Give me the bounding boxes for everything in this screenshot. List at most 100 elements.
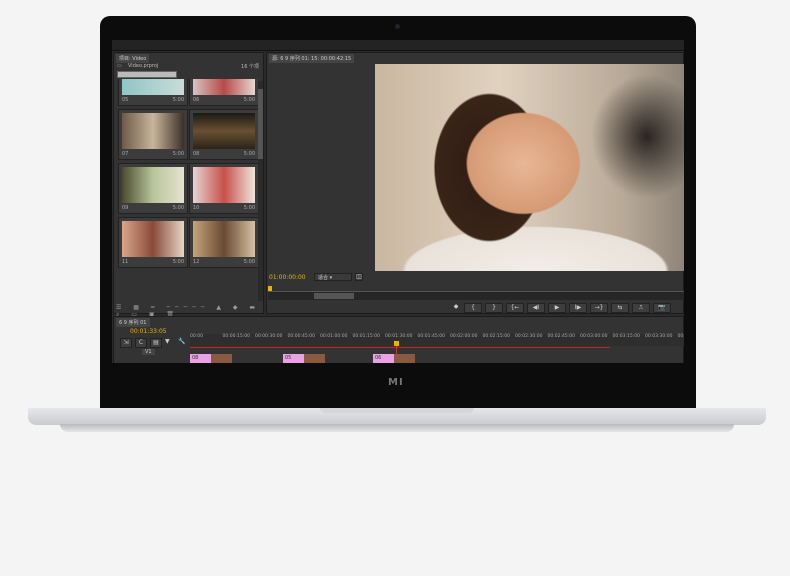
clip-preview [122,79,184,95]
monitor-tab[interactable]: 源: 6 9 序列 01: 15: 00:00:42:15 [269,54,355,63]
ruler-tick-label: 00:00:15:00 [222,334,250,339]
settings-button[interactable]: ◫ [355,273,363,281]
clip-name: 07 [122,151,129,157]
clip-duration: 5:00 [172,97,184,103]
marker-icon[interactable]: ▼ [165,338,175,348]
clip-thumbnail[interactable]: 08 5:00 [189,109,258,160]
clip-label: 05 [285,355,292,361]
video-frame [375,64,684,271]
clip-duration: 5:00 [243,97,255,103]
clip-label: 08 [192,355,199,361]
ruler-tick-label: 00:01:30:00 [385,334,413,339]
clip-thumbnail[interactable]: 05 5:00 [118,79,188,106]
clip-name: 05 [122,97,129,103]
ruler-tick-label: 00:01:00:00 [320,334,348,339]
ruler-tick-label: 00:02:45:00 [547,334,575,339]
clip-duration: 5:00 [172,151,184,157]
ruler-tick-label: 00:00:30:00 [255,334,283,339]
ruler-tick-label: 00:00:45:00 [287,334,315,339]
clip-name: 12 [193,259,200,265]
clip-name: 09 [122,205,129,211]
clip-preview [193,221,255,257]
scrollbar[interactable] [258,81,263,301]
timeline-clip[interactable]: 06 [373,354,415,363]
link-button[interactable]: C [135,338,147,348]
fit-value: 适合 [318,275,329,281]
timeline-tab[interactable]: 6 9 序列 01 [116,318,150,327]
ruler-tick-label: 00:03:30:00 [645,334,673,339]
snap-button[interactable]: ⇲ [120,338,132,348]
fit-dropdown[interactable]: 适合 ▾ [314,273,352,281]
work-area-bar[interactable] [190,347,610,348]
clip-thumbnail[interactable]: 11 5:00 [118,217,188,268]
item-count: 16 个项 [241,64,259,70]
ruler-tick-label: 00:03:15:00 [612,334,640,339]
clip-thumbnail[interactable]: 06 5:00 [189,79,258,106]
clip-duration: 5:00 [243,259,255,265]
video-track-v1: 08 05 06 [190,354,684,363]
monitor-timecode[interactable]: 01:00:00:00 [269,274,306,281]
folder-icon: ▭ [117,63,122,69]
lid-notch [320,408,474,413]
project-file: Video.prproj [128,63,159,69]
transport-button[interactable]: ⎍ [632,303,650,313]
clip-duration: 5:00 [243,205,255,211]
transport-button[interactable]: I▶ [569,303,587,313]
project-tab[interactable]: 项目: Video [116,54,150,63]
transport-button[interactable]: ◀I [527,303,545,313]
clip-duration: 5:00 [172,259,184,265]
laptop-base-edge [60,424,734,432]
ruler-tick-label: 00:01:15:00 [352,334,380,339]
transport-button[interactable]: {← [506,303,524,313]
scrubber-bar[interactable] [268,291,684,300]
clip-name: 06 [193,97,200,103]
clip-duration: 5:00 [172,205,184,211]
clip-thumbnail[interactable]: 09 5:00 [118,163,188,214]
clip-preview [193,79,255,95]
clip-thumbnail[interactable]: 07 5:00 [118,109,188,160]
program-monitor: 源: 6 9 序列 01: 15: 00:00:42:15 01:00:00:0… [266,52,684,314]
clip-label: 06 [375,355,382,361]
clip-preview [122,113,184,149]
ruler-tick-label: 00:03:45:00 [677,334,685,339]
clip-preview [193,167,255,203]
clip-preview [122,221,184,257]
clip-name: 11 [122,259,129,265]
ruler-tick-label: 00:01:45:00 [417,334,445,339]
timeline-tools: ⇲ C ▤ ▼ 🔧 [120,338,185,348]
timeline-panel: 6 9 序列 01 00:01:33:05 ⇲ C ▤ ▼ 🔧 V1 00:00… [113,316,684,363]
transport-button[interactable]: ⇆ [611,303,629,313]
clip-thumbnail[interactable]: 12 5:00 [189,217,258,268]
transport-button[interactable]: ▶ [548,303,566,313]
transport-controls: ◆{} {← ◀I ▶ I▶ →} ⇆ ⎍ 📷 [451,303,671,314]
clip-grid: 05 5:00 06 5:00 07 5:00 08 5:00 09 5:00 10 5:00 11 5:… [118,79,258,301]
clip-preview [193,113,255,149]
transport-button[interactable]: } [485,303,503,313]
search-input[interactable] [117,71,177,78]
ruler-tick-label: 00:02:15:00 [482,334,510,339]
marker-button[interactable]: ▤ [150,338,162,348]
project-toolbar: ☰ ▦ ━ ───── ▲ ◆ ▬ ⌕ ▭ ▣ 🗑 [116,304,261,318]
video-editor-screen: 项目: Video ▭ Video.prproj 16 个项 05 5:00 06 5… [112,40,684,363]
webcam [395,24,400,29]
project-panel: 项目: Video ▭ Video.prproj 16 个项 05 5:00 06 5… [113,52,264,318]
clip-duration: 5:00 [243,151,255,157]
transport-button[interactable]: ◆ [451,303,461,313]
ruler-tick-label: 00:02:00:00 [450,334,478,339]
timeline-timecode[interactable]: 00:01:33:05 [130,328,167,335]
brand-logo: MI [388,377,404,388]
timeline-clip[interactable]: 08 [190,354,232,363]
ruler-tick-label: 00:03:00:00 [580,334,608,339]
transport-button[interactable]: { [464,303,482,313]
ruler-tick-label: 00:00 [190,334,203,339]
track-label-v1: V1 [142,349,155,355]
clip-preview [122,167,184,203]
transport-button[interactable]: →} [590,303,608,313]
clip-name: 10 [193,205,200,211]
time-ruler[interactable]: 00:00 00:00:15:00 00:00:30:00 00:00:45:00 00… [190,334,684,346]
clip-name: 08 [193,151,200,157]
timeline-clip[interactable]: 05 [283,354,325,363]
transport-button[interactable]: 📷 [653,303,671,313]
wrench-icon[interactable]: 🔧 [178,338,185,348]
clip-thumbnail[interactable]: 10 5:00 [189,163,258,214]
